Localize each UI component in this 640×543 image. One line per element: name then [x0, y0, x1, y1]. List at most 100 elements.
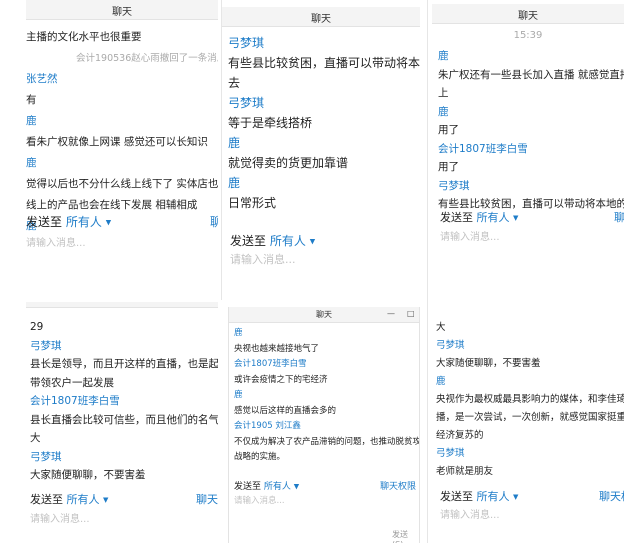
- message-text: 有: [26, 94, 37, 106]
- message-list[interactable]: 鹿朱广权还有一些县长加入直播 就感觉直播更加靠谱上鹿用了会计1807班李白雪用了…: [438, 47, 624, 214]
- chat-titlebar[interactable]: 聊天: [26, 0, 218, 20]
- message-text: 日常形式: [228, 196, 277, 210]
- chat-title: 聊天: [112, 7, 132, 18]
- message-input[interactable]: 请输入消息...: [26, 234, 218, 249]
- message-input[interactable]: 请输入消息...: [440, 228, 624, 243]
- chat-panel-6: 大弓梦琪 大家随便聊聊，不要害羞鹿央视作为最权威最具影响力的媒体，和李佳琦一起直播…: [432, 316, 624, 543]
- chat-panel-5: 聊天 — □ 鹿央视也越来越接地气了 会计1807班李白雪 或许会疫情之下的宅经济鹿…: [228, 307, 420, 543]
- message-text: 觉得以后也不分什么线上线下了 实体店也: [26, 178, 218, 190]
- chat-titlebar[interactable]: 聊天: [432, 4, 624, 24]
- message-text: 或许会疫情之下的宅经济: [234, 374, 328, 385]
- send-to-row: 发送至 所有人 ▼ 聊天权限: [440, 209, 624, 225]
- message-text: 播，是一次尝试，一次创新，就感觉国家挺重视湖北: [436, 412, 624, 423]
- message-text: 大: [436, 322, 446, 333]
- chat-permission-link[interactable]: 聊天权限: [614, 209, 624, 225]
- message-list[interactable]: 弓梦琪有些县比较贫困，直播可以带动将本地的东西卖出去弓梦琪等于是牵线搭桥鹿就觉得…: [228, 33, 420, 213]
- message-text: 等于是牵线搭桥: [228, 116, 313, 130]
- message-text: 用了: [438, 161, 459, 173]
- chat-panel-2: 聊天 弓梦琪有些县比较贫困，直播可以带动将本地的东西卖出去弓梦琪等于是牵线搭桥鹿…: [222, 7, 420, 297]
- send-to-label: 发送至: [26, 215, 63, 229]
- message-text: 央视也越来越接地气了: [234, 343, 320, 354]
- chat-permission-link[interactable]: 聊天权限: [210, 213, 218, 230]
- message-text: 29: [30, 321, 44, 333]
- message-sender: 鹿: [436, 376, 446, 387]
- chat-titlebar[interactable]: [26, 302, 218, 308]
- message-sender: 鹿: [26, 115, 37, 127]
- send-target-dropdown[interactable]: 所有人 ▼: [264, 482, 299, 492]
- message-list[interactable]: 鹿央视也越来越接地气了 会计1807班李白雪 或许会疫情之下的宅经济鹿感觉以后这样的…: [234, 326, 419, 466]
- chat-titlebar[interactable]: 聊天 — □: [229, 307, 419, 323]
- send-to-label: 发送至: [440, 211, 473, 224]
- message-sender: 会计1807班李白雪: [234, 359, 307, 369]
- send-to-label: 发送至: [230, 234, 267, 248]
- message-text: 主播的文化水平也很重要: [26, 31, 142, 43]
- chat-permission-link[interactable]: 聊天权限: [380, 479, 416, 492]
- message-text: 感觉以后这样的直播会多的: [234, 405, 337, 416]
- message-sender: 弓梦琪: [228, 36, 265, 50]
- chat-title: 聊天: [311, 14, 331, 25]
- message-list[interactable]: 大弓梦琪 大家随便聊聊，不要害羞鹿央视作为最权威最具影响力的媒体，和李佳琦一起直播…: [436, 319, 624, 481]
- chat-titlebar[interactable]: 聊天: [222, 7, 420, 27]
- message-sender: 弓梦琪: [30, 339, 62, 352]
- message-text: 县长是领导，而且开这样的直播，也是起带头作用: [30, 358, 218, 370]
- message-text: 带领农户一起发展: [30, 376, 114, 389]
- dropdown-caret-icon: ▼: [513, 493, 519, 501]
- message-input[interactable]: 请输入消息...: [230, 251, 420, 267]
- message-list[interactable]: 29弓梦琪县长是领导，而且开这样的直播，也是起带头作用带领农户一起发展会计180…: [30, 318, 218, 485]
- chat-permission-link[interactable]: 聊天权限: [196, 491, 218, 507]
- message-sender: 弓梦琪: [30, 450, 62, 463]
- message-input[interactable]: 请输入消息...: [234, 494, 419, 506]
- panel-divider: [427, 0, 428, 543]
- message-sender: 弓梦琪: [228, 96, 265, 110]
- message-text: 大家随便聊聊，不要害羞: [30, 469, 146, 481]
- send-to-row: 发送至 所有人 ▼ 聊天权限: [30, 491, 218, 507]
- chat-panel-1: 聊天 主播的文化水平也很重要 会计190536赵心雨撤回了一条消息 张艺然有鹿看朱广…: [26, 0, 218, 258]
- message-sender: 鹿: [228, 136, 241, 150]
- send-to-row: 发送至 所有人 ▼ 聊天权限: [440, 488, 624, 504]
- message-text: 去: [228, 76, 241, 90]
- dropdown-caret-icon: ▼: [105, 218, 112, 227]
- message-text: 上: [438, 87, 449, 99]
- message-text: 看朱广权就像上网课 感觉还可以长知识: [26, 136, 208, 148]
- message-sender: 鹿: [26, 157, 37, 169]
- message-text: 朱广权还有一些县长加入直播 就感觉直播更加靠谱: [438, 68, 624, 81]
- chat-panel-3: 聊天 15:39 鹿朱广权还有一些县长加入直播 就感觉直播更加靠谱上鹿用了会计1…: [432, 4, 624, 252]
- message-text: 用了: [438, 124, 459, 136]
- chat-panel-4: 29弓梦琪县长是领导，而且开这样的直播，也是起带头作用带领农户一起发展会计180…: [26, 302, 218, 543]
- send-button[interactable]: 发送(S): [392, 529, 419, 543]
- system-notice: 会计190536赵心雨撤回了一条消息: [76, 53, 218, 64]
- message-input[interactable]: 请输入消息...: [440, 506, 624, 521]
- send-to-row: 发送至 所有人 ▼: [230, 232, 420, 249]
- dropdown-caret-icon: ▼: [513, 214, 519, 222]
- message-sender: 张艺然: [26, 73, 58, 85]
- chat-permission-link[interactable]: 聊天权限: [599, 488, 624, 504]
- minimize-icon[interactable]: —: [387, 309, 395, 318]
- message-text: 大家随便聊聊，不要害羞: [436, 358, 541, 369]
- message-sender: 会计1807班李白雪: [438, 142, 528, 155]
- message-sender: 鹿: [438, 105, 449, 118]
- message-sender: 弓梦琪: [436, 448, 465, 459]
- message-sender: 鹿: [438, 50, 449, 62]
- maximize-icon[interactable]: □: [407, 309, 415, 318]
- send-target-dropdown[interactable]: 所有人 ▼: [66, 215, 111, 229]
- message-input[interactable]: 请输入消息...: [30, 510, 218, 525]
- send-target-dropdown[interactable]: 所有人 ▼: [477, 490, 519, 503]
- message-sender: 鹿: [234, 390, 243, 400]
- send-target-dropdown[interactable]: 所有人 ▼: [270, 234, 315, 248]
- panel-divider: [221, 0, 222, 300]
- message-sender: 鹿: [234, 328, 243, 338]
- send-to-row: 发送至 所有人 ▼ 聊天权限: [234, 479, 419, 492]
- send-target-dropdown[interactable]: 所有人 ▼: [477, 211, 519, 224]
- message-list[interactable]: 主播的文化水平也很重要 会计190536赵心雨撤回了一条消息 张艺然有鹿看朱广权就像…: [26, 27, 218, 237]
- message-sender: 会计1905 刘江鑫: [234, 421, 301, 431]
- chat-title: 聊天: [518, 11, 538, 22]
- message-sender: 会计1807班李白雪: [30, 395, 120, 407]
- message-text: 大: [30, 432, 41, 444]
- message-text: 就觉得卖的货更加靠谱: [228, 156, 349, 170]
- message-text: 有些县比较贫困，直播可以带动将本地的东西卖出: [228, 56, 420, 70]
- message-text: 战略的实施。: [234, 452, 286, 462]
- send-target-dropdown[interactable]: 所有人 ▼: [67, 493, 109, 506]
- dropdown-caret-icon: ▼: [103, 496, 109, 504]
- message-text: 央视作为最权威最具影响力的媒体，和李佳琦一起直: [436, 394, 624, 405]
- dropdown-caret-icon: ▼: [293, 482, 300, 491]
